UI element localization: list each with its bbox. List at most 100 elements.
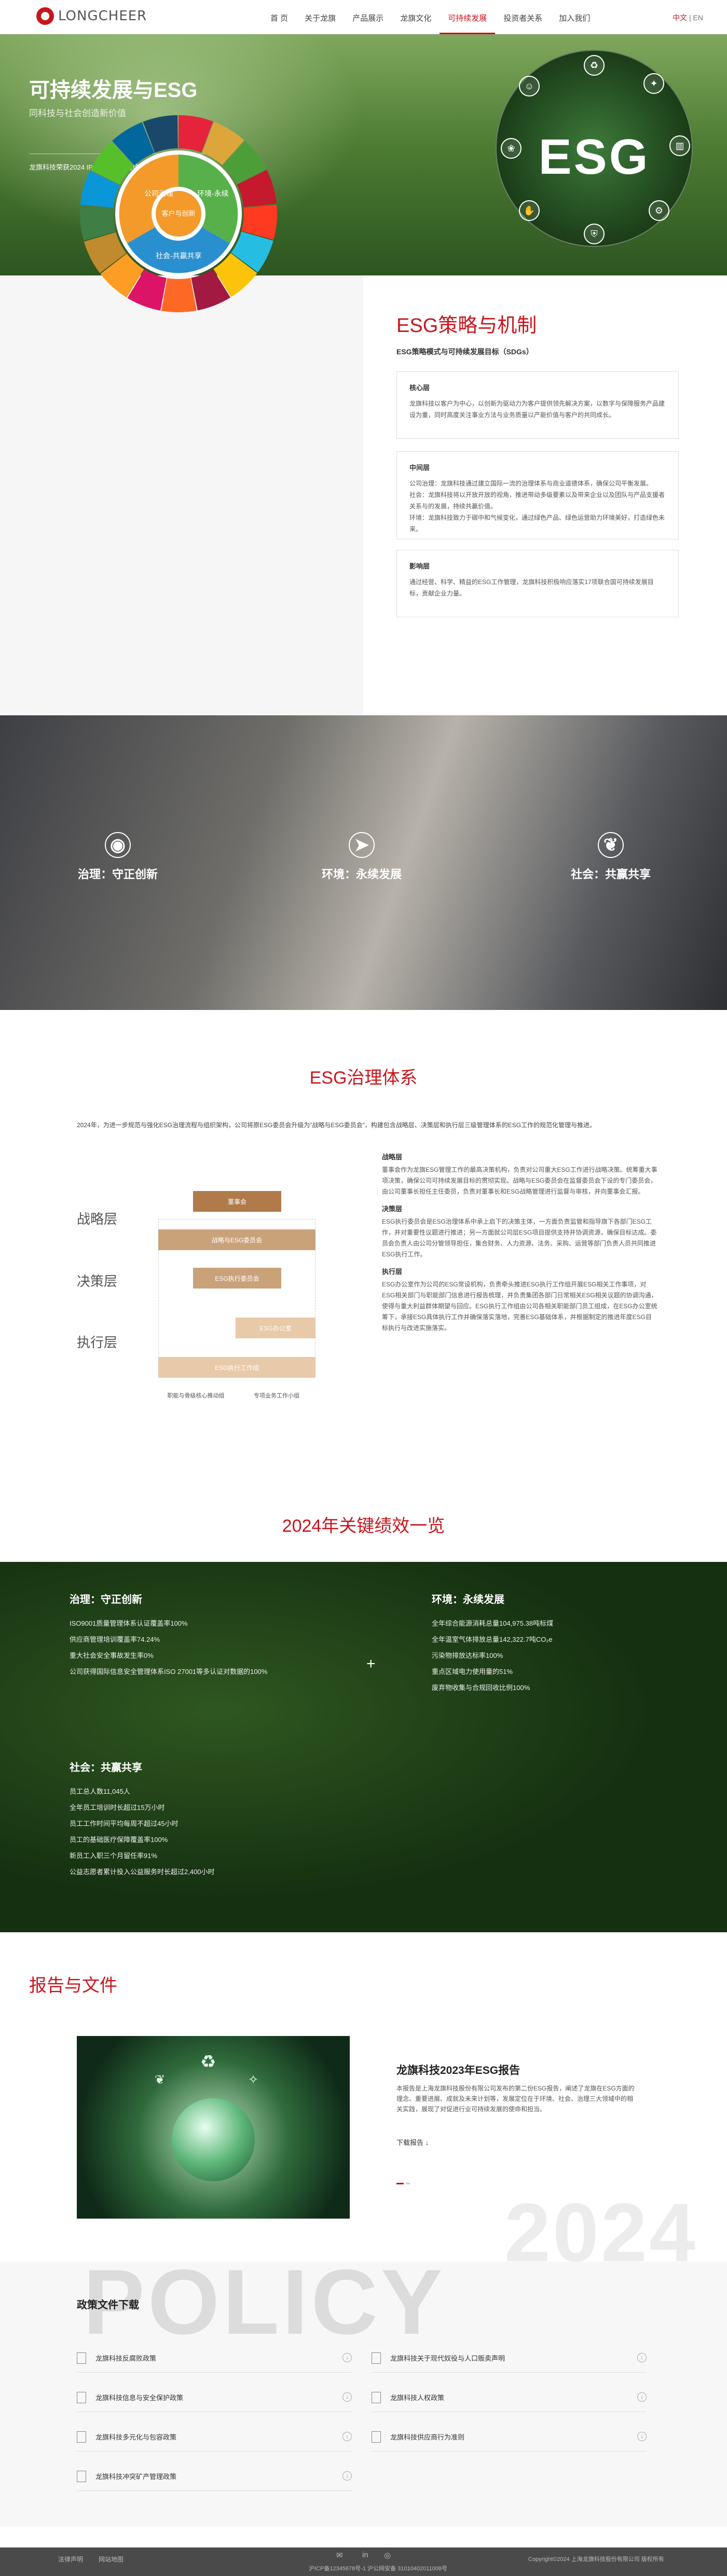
slider-indicator[interactable]: [406, 2183, 410, 2184]
footer-link-legal[interactable]: 法律声明: [58, 2555, 83, 2564]
logo-text: LONGCHEER: [58, 8, 147, 24]
nav-sustainability[interactable]: 可持续发展: [440, 0, 496, 34]
nav-careers[interactable]: 加入我们: [551, 0, 598, 34]
main-nav: 首 页 关于龙旗 产品展示 龙旗文化 可持续发展 投资者关系 加入我们: [262, 0, 598, 34]
lang-en[interactable]: EN: [693, 13, 703, 22]
leaf-coin-icon: ◉: [105, 832, 131, 858]
pillar-governance-label: 治理：守正创新: [78, 868, 158, 881]
logo-mark-icon: [36, 7, 54, 25]
governance-title: ESG治理体系: [309, 1068, 418, 1088]
nav-culture[interactable]: 龙旗文化: [392, 0, 440, 34]
card-core-title: 核心层: [409, 384, 430, 392]
pillar-society: ❦ 社会：共赢共享: [571, 832, 651, 882]
kpi-item: 员工的基础医疗保障覆盖率100%: [70, 1836, 168, 1844]
card-core-text: 龙旗科技以客户为中心，以创新为驱动力为客户提供领先解决方案，以数字与保障服务产品…: [409, 400, 665, 419]
document-icon: [77, 2352, 86, 2364]
policy-item[interactable]: 龙旗科技供应商行为准则 ↓: [372, 2422, 647, 2452]
globe-node-icon: ♻: [584, 55, 605, 76]
policy-item[interactable]: 龙旗科技信息与安全保护政策 ↓: [77, 2383, 352, 2412]
download-icon[interactable]: ↓: [637, 2432, 647, 2441]
lightbulb-icon: ✦: [643, 73, 664, 94]
kpi-forest-panel: + 治理：守正创新 ISO9001质量管理体系认证覆盖率100% 供应商管理培训…: [0, 1562, 727, 1932]
download-icon[interactable]: ↓: [342, 2392, 352, 2402]
download-icon[interactable]: ↓: [637, 2392, 647, 2402]
crosshair-icon: +: [366, 1655, 376, 1672]
weibo-icon[interactable]: ◎: [384, 2551, 391, 2560]
box-esg-committee: 战略与ESG委员会: [158, 1229, 316, 1250]
document-icon: [77, 2391, 86, 2403]
linkedin-icon[interactable]: in: [362, 2551, 368, 2559]
box-functional-group: 职能与骨级核心推动组: [167, 1393, 225, 1399]
gov-section-text: 董事会作为龙旗ESG管理工作的最高决策机构，负责对公司重大ESG工作进行战略决策…: [382, 1166, 657, 1195]
hero-subtitle: 同科技与社会创造新价值: [29, 108, 126, 118]
report-cover-image[interactable]: ♻ ❦ ✧: [77, 2036, 350, 2219]
language-switch: 中文 | EN: [673, 12, 703, 23]
sdg-segment: [161, 278, 197, 312]
nav-about[interactable]: 关于龙旗: [296, 0, 344, 34]
report-name[interactable]: 龙旗科技2023年ESG报告: [396, 2062, 520, 2078]
gov-section-text: ESG办公室作为公司的ESG常设机构，负责牵头推进ESG执行工作组开展ESG相关…: [382, 1281, 657, 1332]
pillar-environment-label: 环境：永续发展: [322, 868, 402, 881]
download-icon[interactable]: ↓: [342, 2432, 352, 2441]
governance-intro: 2024年，为进一步规范与强化ESG治理流程与组织架构，公司将原ESG委员会升级…: [77, 1121, 596, 1129]
report-section-title: 报告与文件: [29, 1976, 117, 1996]
pillar-governance: ◉ 治理：守正创新: [78, 832, 158, 882]
policy-item[interactable]: 龙旗科技人权政策 ↓: [372, 2383, 647, 2412]
policy-item[interactable]: 龙旗科技反腐败政策 ↓: [77, 2344, 352, 2373]
strategy-subtitle: ESG策略模式与可持续发展目标（SDGs）: [396, 348, 533, 356]
logo[interactable]: LONGCHEER: [36, 7, 147, 25]
download-icon[interactable]: ↓: [342, 2353, 352, 2362]
earth-icon: [172, 2098, 255, 2181]
box-esg-workgroup: ESG执行工作组: [158, 1357, 316, 1378]
paper-plane-icon: ➤: [349, 832, 375, 858]
document-icon: [372, 2352, 381, 2364]
report-desc: 本报告是上海龙旗科技股份有限公司发布的第二份ESG报告，阐述了龙旗在ESG方面的…: [396, 2085, 635, 2113]
download-icon[interactable]: ↓: [637, 2353, 647, 2362]
download-icon[interactable]: ↓: [342, 2471, 352, 2481]
card-impact-text: 通过经营、科学、精益的ESG工作管理，龙旗科技积极响应落实17项联合国可持续发展…: [409, 578, 654, 597]
policy-item-label: 龙旗科技供应商行为准则: [390, 2433, 465, 2441]
kpi-item: 污染物排放达标率100%: [432, 1652, 503, 1659]
sdg-wheel: 客户与创新 公司治理 环境-永续 社会-共赢共享: [80, 115, 277, 312]
download-arrow-icon: ↓: [425, 2139, 429, 2146]
pillars-banner: ◉ 治理：守正创新 ➤ 环境：永续发展 ❦ 社会：共赢共享: [0, 715, 727, 1010]
kpi-title: 2024年关键绩效一览: [282, 1516, 445, 1536]
wheel-label-environment: 环境-永续: [197, 189, 229, 198]
kpi-item: 员工工作时间平均每周不超过45小时: [70, 1820, 179, 1827]
pillar-environment: ➤ 环境：永续发展: [322, 832, 402, 882]
gov-section-heading: 决策层: [382, 1205, 403, 1213]
leaf-icon: ❀: [501, 138, 522, 159]
wechat-icon[interactable]: ✉: [336, 2551, 343, 2560]
lang-cn[interactable]: 中文: [673, 13, 687, 22]
nav-products[interactable]: 产品展示: [344, 0, 392, 34]
nav-home[interactable]: 首 页: [262, 0, 296, 34]
kpi-item: 废弃物收集与合规回收比例100%: [432, 1684, 530, 1692]
hand-icon: ✋: [519, 200, 540, 221]
tier-decision: 决策层: [77, 1273, 118, 1289]
box-special-group: 专项业务工作小组: [254, 1393, 299, 1399]
slider-indicator-active[interactable]: [396, 2183, 404, 2184]
lang-separator: |: [687, 13, 693, 22]
nav-investors[interactable]: 投资者关系: [495, 0, 551, 34]
people-icon: ☺: [519, 76, 540, 96]
kpi-item: 全年员工培训时长超过15万小时: [70, 1804, 165, 1811]
kpi-item: 公司获得国际信息安全管理体系ISO 27001等多认证对数据的100%: [70, 1668, 268, 1675]
policy-item[interactable]: 龙旗科技关于现代奴役与人口贩卖声明 ↓: [372, 2344, 647, 2373]
policy-item[interactable]: 龙旗科技冲突矿产管理政策 ↓: [77, 2462, 352, 2491]
leaf-icon: ❦: [155, 2073, 166, 2087]
bulb-icon: ✧: [248, 2073, 259, 2087]
kpi-item: 新员工入职三个月留任率91%: [70, 1852, 158, 1860]
footer-link-sitemap[interactable]: 网站地图: [99, 2555, 124, 2564]
leaf-icon: ❦: [598, 832, 624, 858]
kpi-society-title: 社会：共赢共享: [70, 1762, 142, 1774]
kpi-item: 员工总人数11,045人: [70, 1788, 130, 1795]
wheel-label-governance: 公司治理: [144, 189, 173, 198]
report-download-link[interactable]: 下载报告 ↓: [396, 2137, 429, 2147]
policy-item-label: 龙旗科技关于现代奴役与人口贩卖声明: [390, 2355, 505, 2362]
wheel-center-label: 客户与创新: [161, 210, 195, 217]
kpi-item: ISO9001质量管理体系认证覆盖率100%: [70, 1619, 188, 1627]
gov-section-heading: 战略层: [382, 1153, 403, 1161]
card-impact-layer: 影响层 通过经营、科学、精益的ESG工作管理，龙旗科技积极响应落实17项联合国可…: [396, 550, 679, 617]
card-middle-title: 中间层: [409, 464, 430, 472]
policy-item[interactable]: 龙旗科技多元化与包容政策 ↓: [77, 2422, 352, 2452]
